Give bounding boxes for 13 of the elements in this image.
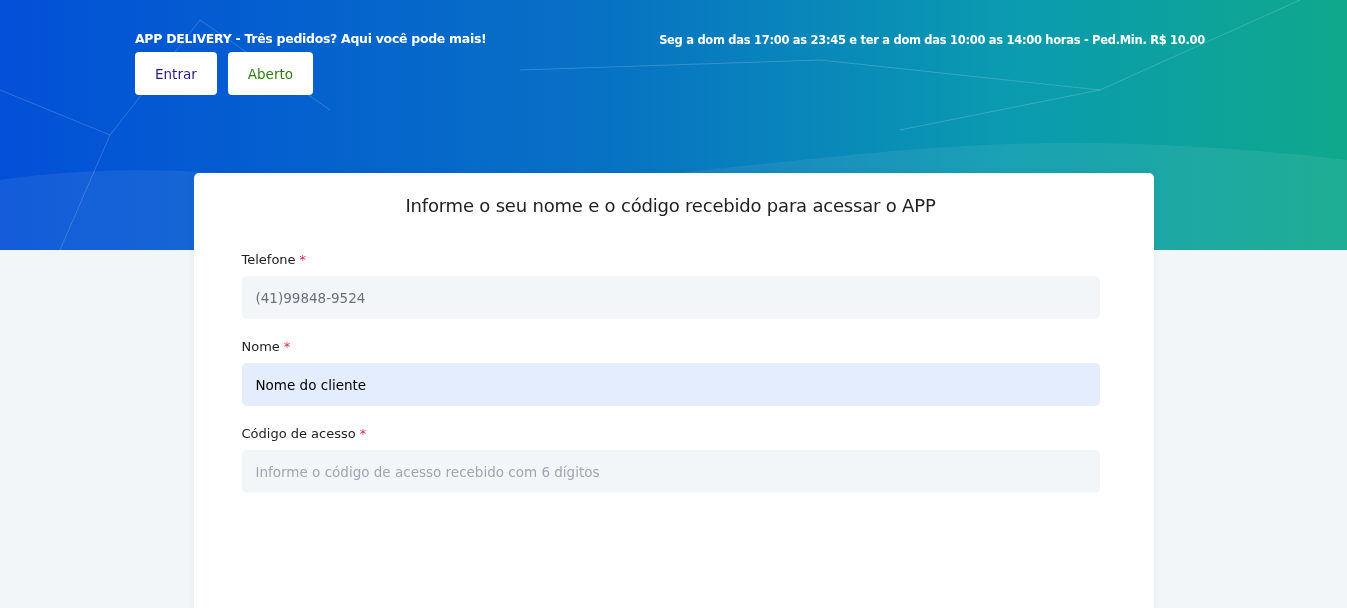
required-mark: * [299,252,307,267]
required-mark: * [283,339,291,354]
input-field[interactable]: Nome do cliente [241,363,1100,406]
field-label: Nome [241,339,280,354]
opening-hours-text: Seg a dom das 17:00 as 23:45 e ter a dom das 10:00 as 14:00 horas - Ped.Min. R$ 10.00 [659,32,1205,49]
required-mark: * [359,426,367,441]
form-title: Informe o seu nome e o código recebido para acessar o APP [404,195,937,216]
field-label: Telefone [241,252,296,267]
field-label: Código de acesso [241,426,356,441]
status-button[interactable]: Aberto [227,52,313,95]
input-field[interactable]: Informe o código de acesso recebido com 6 dígitos [241,450,1100,493]
tagline-text: APP DELIVERY - Três pedidos? Aqui você pode mais! [135,31,487,46]
login-button[interactable]: Entrar [135,52,217,95]
